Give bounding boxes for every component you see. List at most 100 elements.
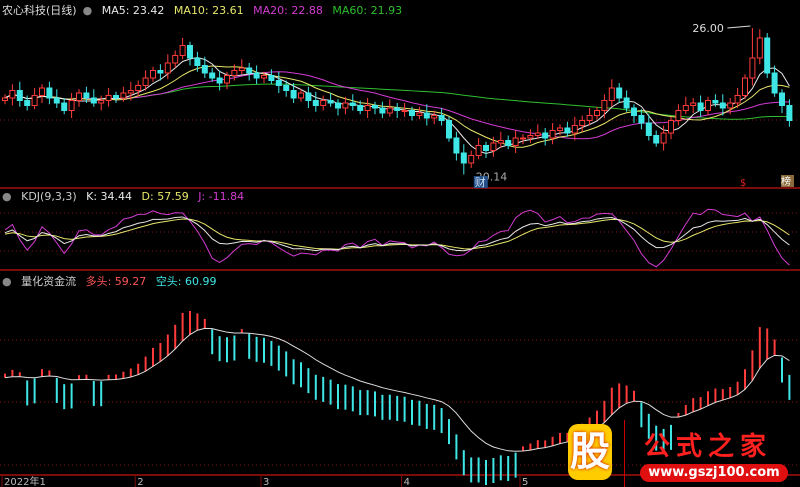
right-badge: 榜	[781, 175, 791, 188]
candle-body	[749, 57, 756, 79]
candle-body	[120, 92, 127, 99]
candle-body	[24, 100, 31, 106]
kdj-d: D: 57.59	[141, 190, 189, 203]
candle-body	[357, 105, 364, 111]
candle-body	[364, 105, 371, 111]
kdj-panel-header: ● KDJ(9,3,3) K: 34.44 D: 57.59 J: -11.84	[2, 190, 250, 203]
candle-body	[520, 137, 526, 140]
candle-body	[164, 62, 171, 74]
candle-body	[608, 87, 615, 101]
candle-body	[631, 107, 637, 116]
candle-body	[105, 95, 112, 101]
candle-body	[616, 87, 623, 99]
candle-body	[209, 72, 216, 79]
logo-name: 公式之家	[644, 432, 773, 462]
price-panel-header: 农心科技(日线) ● MA5: 23.42 MA10: 23.61 MA20: 2…	[2, 2, 408, 18]
candle-body	[320, 100, 327, 106]
watermark-logo: 股 公式之家 www.gszj100.com	[560, 420, 800, 487]
candle-body	[579, 120, 586, 126]
candle-body	[557, 127, 563, 131]
collapse-icon[interactable]: ●	[2, 190, 12, 203]
candle-body	[172, 55, 179, 64]
ma5-value: MA5: 23.42	[101, 4, 165, 17]
finance-badge: 财	[475, 175, 486, 189]
candle-body	[231, 70, 238, 76]
candle-body	[83, 92, 90, 99]
kdj-j: J: -11.84	[198, 190, 245, 203]
candle-body	[460, 152, 467, 164]
candle-body	[394, 107, 401, 111]
candle-body	[764, 37, 771, 74]
candle-body	[542, 132, 549, 139]
candle-body	[342, 102, 349, 109]
candle-body	[372, 105, 378, 109]
stock-name: 农心科技(日线)	[2, 4, 77, 17]
candle-body	[505, 140, 512, 146]
logo-url: www.gszj100.com	[640, 464, 788, 482]
candle-body	[135, 85, 142, 91]
ma60-value: MA60: 21.93	[332, 4, 403, 17]
x-tick-label: 5	[522, 477, 528, 487]
candle-body	[497, 140, 504, 144]
candle-body	[660, 132, 667, 144]
candle-body	[9, 90, 16, 99]
candle-body	[431, 115, 438, 119]
candle-body	[2, 97, 8, 101]
candle-body	[786, 105, 793, 121]
candle-body	[423, 112, 430, 119]
candle-body	[512, 137, 519, 146]
kdj-title: KDJ(9,3,3)	[21, 190, 77, 203]
candle-body	[179, 45, 186, 56]
candle-body	[157, 70, 164, 74]
candle-body	[601, 100, 608, 111]
candle-body	[490, 142, 497, 151]
candle-body	[16, 90, 23, 101]
candle-body	[446, 120, 452, 139]
candle-body	[31, 95, 38, 106]
candle-body	[268, 75, 275, 81]
candle-body	[416, 112, 423, 116]
candle-body	[261, 75, 267, 79]
candle-body	[201, 65, 208, 74]
candle-body	[39, 87, 45, 96]
candle-body	[653, 135, 660, 144]
ma20-value: MA20: 22.88	[253, 4, 323, 17]
candle-body	[638, 115, 645, 124]
candle-body	[76, 92, 82, 101]
collapse-icon[interactable]: ●	[83, 4, 93, 17]
dollar-marker: $	[740, 178, 746, 189]
stock-chart: 26.0020.14财 $ 榜2022年1 2 3 4 5	[0, 22, 800, 487]
candle-body	[298, 92, 304, 99]
high-arrow	[727, 25, 751, 29]
candle-body	[53, 97, 60, 104]
high-price-label: 26.00	[692, 22, 724, 35]
candle-body	[527, 135, 534, 139]
candle-body	[113, 95, 119, 99]
ma10-value: MA10: 23.61	[173, 4, 244, 17]
candle-body	[682, 105, 689, 111]
candle-body	[475, 145, 482, 156]
candle-body	[290, 90, 297, 99]
candle-body	[379, 107, 386, 114]
collapse-icon[interactable]: ●	[2, 275, 12, 288]
flow-panel-header: ● 量化资金流 多头: 59.27 空头: 60.99	[2, 273, 223, 289]
x-tick-label: 3	[263, 477, 269, 487]
candle-body	[571, 125, 578, 134]
candle-body	[142, 77, 149, 86]
candle-body	[386, 107, 393, 114]
candle-body	[771, 72, 778, 94]
candle-body	[734, 95, 741, 104]
candle-body	[712, 100, 719, 104]
candle-body	[409, 110, 415, 116]
candle-body	[719, 102, 726, 109]
candle-body	[668, 120, 674, 134]
candle-body	[187, 45, 193, 59]
x-tick-label: 2022年1	[4, 475, 46, 487]
candle-body	[705, 100, 711, 111]
candle-body	[727, 102, 734, 109]
candle-body	[253, 72, 260, 79]
kdj-j-line	[4, 208, 790, 268]
candle-body	[594, 110, 600, 116]
logo-char: 股	[568, 424, 612, 480]
candle-body	[127, 90, 134, 94]
